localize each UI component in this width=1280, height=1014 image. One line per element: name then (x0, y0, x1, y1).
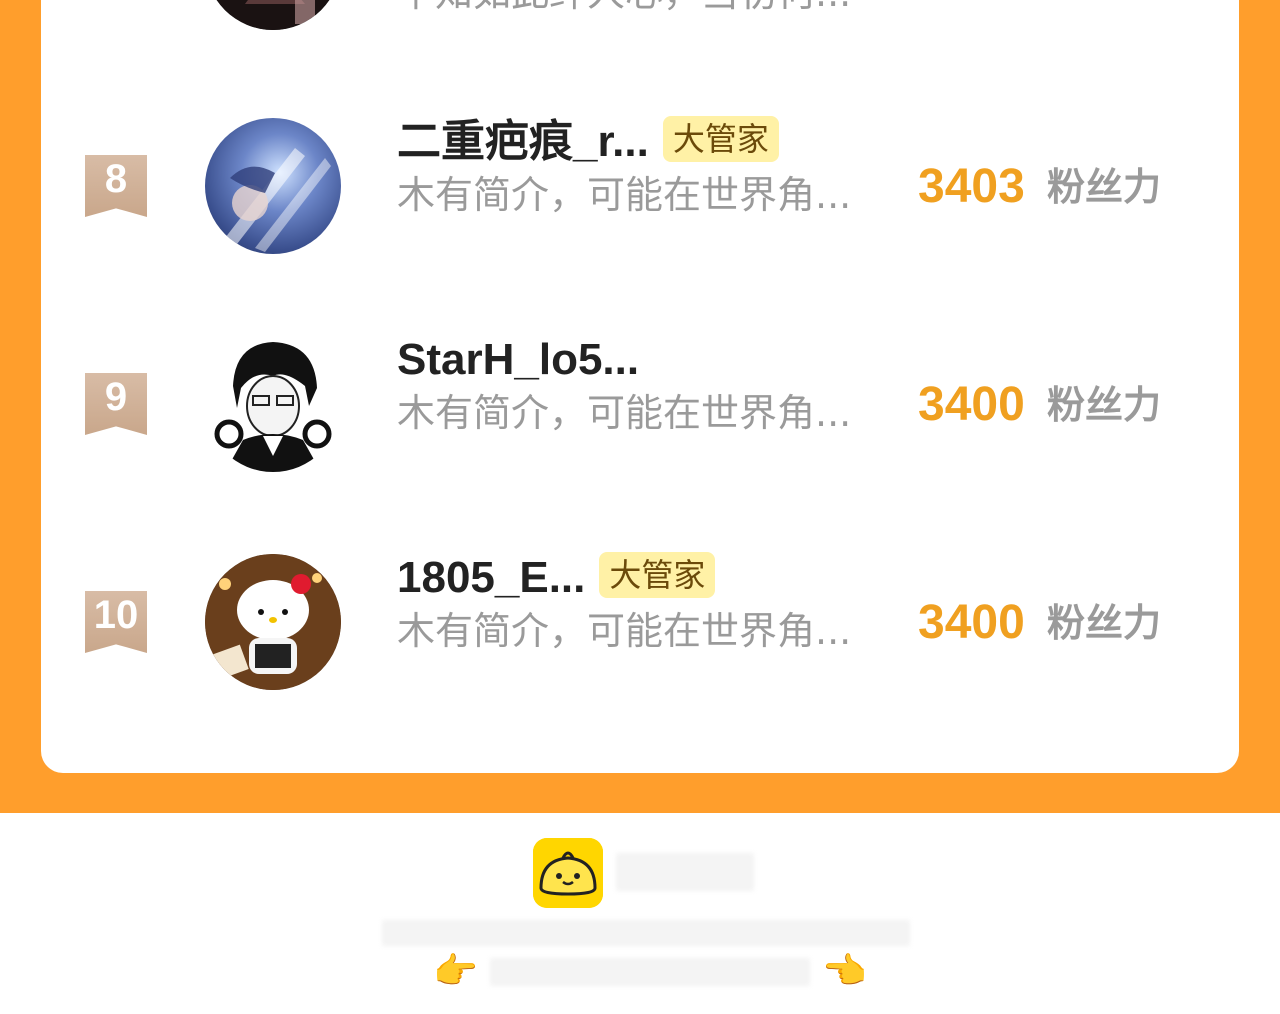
ranking-row[interactable]: 8 二重疤痕_r... 大管家 木有简介，可能在世界角... 3403 粉丝力 (41, 116, 1239, 278)
fan-power-score: 3400 (918, 596, 1025, 649)
avatar-image (205, 336, 341, 472)
bun-mascot-image (533, 838, 603, 908)
fan-power-score: 3400 (918, 378, 1025, 431)
user-bio: 木有简介，可能在世界角... (397, 609, 852, 653)
rank-ribbon: 10 (85, 591, 147, 653)
blurred-caption (382, 920, 910, 946)
ranking-row[interactable]: 9 StarH_lo5... 木有简介，可能在世界角... 3400 粉丝力 (41, 334, 1239, 496)
user-bio: 早知如此绊人心，当初何... (397, 0, 851, 16)
user-name-text[interactable]: 1805_E... (397, 553, 585, 602)
steward-badge: 大管家 (599, 552, 716, 598)
fan-power-score: 3403 (918, 160, 1025, 213)
fan-power-unit: 粉丝力 (1047, 165, 1162, 209)
pointing-right-icon: 👉 (433, 951, 478, 992)
avatar[interactable] (205, 0, 341, 30)
user-bio: 木有简介，可能在世界角... (397, 391, 852, 435)
blurred-app-name (616, 853, 754, 891)
ranking-row-partial[interactable]: 早知如此绊人心，当初何... (41, 0, 1239, 54)
blurred-link-text[interactable] (490, 958, 810, 986)
fan-power-unit: 粉丝力 (1047, 601, 1162, 645)
fan-power-unit: 粉丝力 (1047, 383, 1162, 427)
rank-number: 8 (104, 157, 128, 201)
avatar[interactable] (205, 554, 341, 690)
avatar[interactable] (205, 118, 341, 254)
user-name[interactable]: StarH_lo5... (397, 334, 639, 386)
avatar-image (225, 148, 331, 252)
bun-mascot-icon[interactable] (533, 838, 603, 908)
user-name-text[interactable]: 二重疤痕_r... (397, 117, 649, 166)
ranking-card: 早知如此绊人心，当初何... 8 二重疤痕_r... 大管家 木有简介，可能在世界… (41, 0, 1239, 773)
avatar[interactable] (205, 336, 341, 472)
user-name-text[interactable]: StarH_lo5... (397, 335, 639, 384)
user-name[interactable]: 二重疤痕_r... 大管家 (397, 116, 779, 168)
user-bio: 木有简介，可能在世界角... (397, 173, 852, 217)
pointing-left-icon: 👈 (822, 951, 867, 992)
rank-number: 10 (93, 593, 139, 637)
ranking-row[interactable]: 10 1805_E... 大管家 木有简介，可能在世界角... 3400 粉丝力 (41, 552, 1239, 714)
user-name[interactable]: 1805_E... 大管家 (397, 552, 716, 604)
avatar-image (205, 554, 341, 690)
rank-number: 9 (104, 375, 128, 419)
avatar-image (216, 0, 330, 30)
rank-ribbon: 9 (85, 373, 147, 435)
steward-badge: 大管家 (662, 116, 779, 162)
rank-ribbon: 8 (85, 155, 147, 217)
